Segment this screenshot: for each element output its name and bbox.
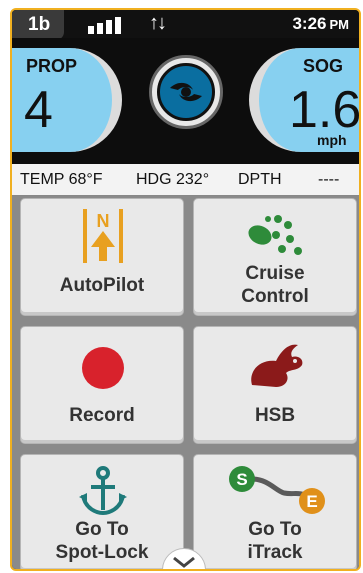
itrack-label-1: Go To: [248, 519, 302, 540]
temp-readout: TEMP 68°F: [20, 171, 103, 188]
autopilot-icon: N: [83, 209, 123, 263]
cruise-label-2: Control: [241, 286, 309, 307]
depth-value: ----: [318, 171, 340, 188]
route-start-letter: S: [236, 470, 247, 489]
heading-readout: HDG 232°: [136, 171, 210, 188]
spot-lock-label-2: Spot-Lock: [55, 542, 149, 563]
route-end-letter: E: [306, 492, 317, 511]
anchor-icon: [79, 466, 127, 516]
record-label: Record: [69, 405, 135, 426]
hsb-label: HSB: [254, 405, 296, 426]
device-screen: 1b ↑↓ 3:26 PM PROP 4 SOG 1.6 mph TEMP 68…: [10, 8, 361, 571]
record-button[interactable]: Record: [20, 326, 184, 444]
spot-lock-label-1: Go To: [75, 519, 129, 540]
autopilot-label: AutoPilot: [59, 275, 145, 296]
cruise-control-button[interactable]: Cruise Control: [193, 198, 357, 316]
gauge-panel: PROP 4 SOG 1.6 mph: [12, 38, 359, 164]
autopilot-button[interactable]: N AutoPilot: [20, 198, 184, 316]
info-line: TEMP 68°F HDG 232° DPTH ----: [12, 164, 359, 196]
sog-unit: mph: [317, 132, 347, 148]
prop-value: 4: [24, 81, 53, 139]
depth-label: DPTH: [238, 171, 282, 188]
sog-gauge: SOG 1.6 mph: [249, 48, 361, 152]
clock: 3:26 PM: [292, 14, 349, 34]
prop-gauge: PROP 4: [12, 48, 122, 152]
spot-lock-button[interactable]: Go To Spot-Lock: [20, 454, 184, 569]
itrack-button[interactable]: S E Go To iTrack: [193, 454, 357, 569]
rabbit-icon: [251, 344, 303, 387]
clock-ampm: PM: [329, 17, 350, 32]
chevron-down-icon[interactable]: [162, 548, 206, 569]
cruise-dots-icon: [248, 215, 302, 255]
sog-label: SOG: [303, 56, 344, 76]
signal-icon: [88, 16, 124, 34]
profile-badge[interactable]: 1b: [12, 10, 64, 40]
sog-value: 1.6: [289, 81, 361, 139]
propeller-button[interactable]: [149, 55, 223, 129]
route-icon: S E: [229, 466, 325, 514]
cruise-label-1: Cruise: [245, 263, 305, 284]
status-bar: 1b ↑↓ 3:26 PM: [12, 10, 359, 40]
hsb-button[interactable]: HSB: [193, 326, 357, 444]
itrack-label-2: iTrack: [247, 542, 303, 563]
autopilot-letter: N: [97, 211, 110, 231]
propeller-icon: [157, 63, 215, 121]
data-arrows-icon: ↑↓: [149, 12, 167, 34]
clock-time: 3:26: [292, 14, 327, 33]
record-dot-icon: [82, 347, 124, 389]
prop-label: PROP: [26, 56, 78, 76]
menu-grid: N AutoPilot Cruise Control Record HSB Go…: [12, 196, 359, 569]
